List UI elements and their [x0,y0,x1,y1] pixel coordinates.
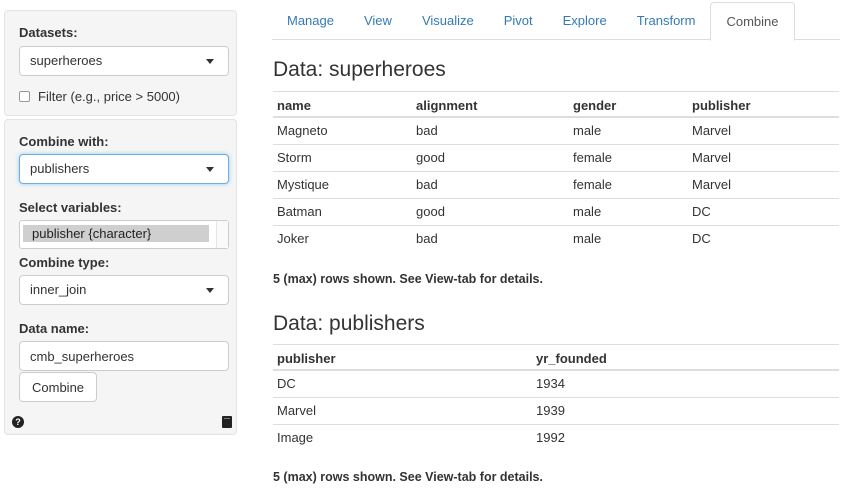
nav-tabs: Manage View Visualize Pivot Explore Tran… [272,2,840,41]
table-header-row: name alignment gender publisher [273,91,839,118]
filter-checkbox-label: Filter (e.g., price > 5000) [38,89,180,104]
listbox-scrollbar[interactable] [216,221,228,248]
table-cell: Batman [277,204,322,219]
superheroes-table: name alignment gender publisher Magneto … [273,91,839,253]
table-cell: male [573,123,602,138]
table-row: Storm good female Marvel [273,145,839,172]
tab-visualize[interactable]: Visualize [407,2,489,40]
combine-type-label: Combine type: [19,255,110,270]
publishers-table: publisher yr_founded DC 1934 Marvel 1939… [273,344,839,452]
table-cell: bad [416,231,438,246]
table-cell: 1992 [536,430,565,445]
table-cell: DC [692,204,711,219]
chevron-down-icon [206,59,214,64]
publishers-rows-note: 5 (max) rows shown. See View-tab for det… [273,470,543,484]
combine-button[interactable]: Combine [19,372,98,402]
chevron-down-icon [206,288,214,293]
table-row: Batman good male DC [273,199,839,226]
combine-with-select-value: publishers [30,161,90,176]
datasets-label: Datasets: [19,25,78,40]
table-row: Marvel 1939 [273,398,839,425]
column-header: publisher [692,98,751,113]
combine-with-label: Combine with: [19,134,109,149]
table-row: Magneto bad male Marvel [273,118,839,145]
table-cell: Magneto [277,123,328,138]
table-header-row: publisher yr_founded [273,344,839,371]
combine-type-select-value: inner_join [30,282,87,297]
superheroes-rows-note: 5 (max) rows shown. See View-tab for det… [273,272,543,286]
data-name-input[interactable] [19,341,229,371]
column-header: yr_founded [536,351,607,366]
table-cell: Image [277,430,314,445]
table-cell: DC [692,231,711,246]
tab-transform[interactable]: Transform [622,2,711,40]
table-cell: bad [416,123,438,138]
tab-explore[interactable]: Explore [548,2,622,40]
variables-listbox[interactable]: publisher {character} [19,220,229,249]
column-header: name [277,98,311,113]
table-cell: Joker [277,231,309,246]
column-header: publisher [277,351,336,366]
table-cell: female [573,150,613,165]
table-row: Mystique bad female Marvel [273,172,839,199]
report-book-icon[interactable] [222,416,232,428]
table-row: Image 1992 [273,425,839,452]
filter-checkbox[interactable] [19,91,30,102]
select-variables-label: Select variables: [19,200,122,215]
table-cell: Storm [277,150,312,165]
table-cell: female [573,177,613,192]
table-cell: Mystique [277,177,330,192]
filter-checkbox-row[interactable]: Filter (e.g., price > 5000) [19,89,180,104]
combine-type-select[interactable]: inner_join [19,275,229,305]
table-row: DC 1934 [273,371,839,398]
sidebar-panel-combine: Combine with: publishers Select variable… [4,119,237,435]
table-cell: Marvel [692,150,732,165]
tab-combine[interactable]: Combine [710,2,795,41]
table-row: Joker bad male DC [273,226,839,253]
tab-pivot[interactable]: Pivot [489,2,548,40]
combine-with-select[interactable]: publishers [19,154,229,184]
datasets-select-value: superheroes [30,53,103,68]
table-cell: male [573,231,602,246]
column-header: alignment [416,98,478,113]
data-name-label: Data name: [19,321,90,336]
table-cell: Marvel [692,177,732,192]
table-cell: Marvel [277,403,317,418]
table-cell: good [416,150,445,165]
tab-manage[interactable]: Manage [272,2,349,40]
sidebar-panel-datasets: Datasets: superheroes Filter (e.g., pric… [4,10,237,116]
column-header: gender [573,98,617,113]
table-cell: 1939 [536,403,565,418]
table-cell: male [573,204,602,219]
table-cell: good [416,204,445,219]
table-cell: DC [277,376,296,391]
datasets-select[interactable]: superheroes [19,46,229,76]
tab-view[interactable]: View [349,2,407,40]
variables-option-selected[interactable]: publisher {character} [23,225,209,242]
publishers-table-title: Data: publishers [273,312,425,335]
superheroes-table-title: Data: superheroes [273,58,446,81]
table-cell: Marvel [692,123,732,138]
table-cell: 1934 [536,376,565,391]
table-cell: bad [416,177,438,192]
help-icon[interactable]: ? [12,416,24,428]
chevron-down-icon [206,167,214,172]
